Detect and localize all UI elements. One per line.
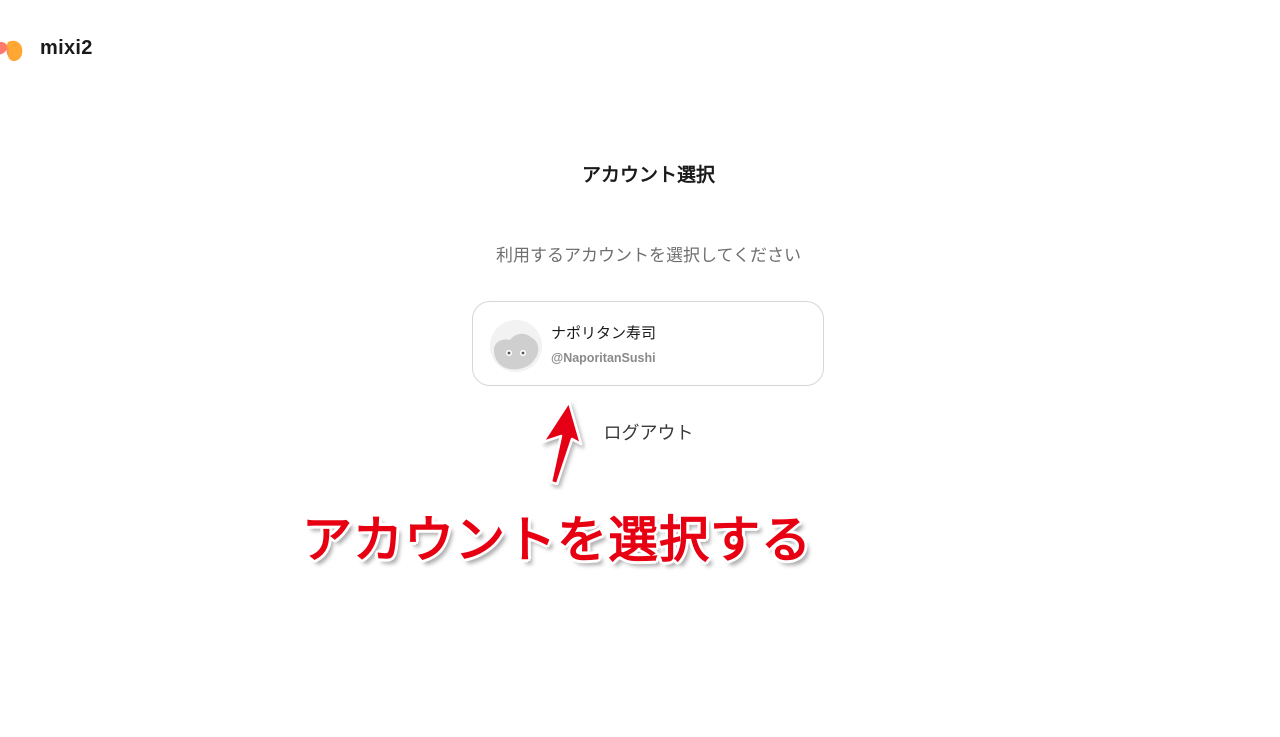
red-arrow-up-icon	[541, 400, 583, 486]
brand-name[interactable]: mixi2	[40, 37, 93, 60]
annotation-text: アカウントを選択する	[302, 511, 812, 569]
account-card[interactable]: ナポリタン寿司 @NaporitanSushi	[472, 301, 824, 386]
logout-link[interactable]: ログアウト	[0, 419, 1280, 445]
account-select-page: mixi2 アカウント選択 利用するアカウントを選択してください ナポリタン寿司…	[0, 0, 1280, 737]
account-handle: @NaporitanSushi	[551, 351, 656, 365]
default-avatar-icon	[490, 320, 542, 372]
account-display-name: ナポリタン寿司	[551, 324, 657, 342]
mixi2-logo-icon[interactable]	[0, 34, 26, 66]
page-subtitle: 利用するアカウントを選択してください	[496, 246, 801, 266]
page-title: アカウント選択	[581, 164, 715, 186]
